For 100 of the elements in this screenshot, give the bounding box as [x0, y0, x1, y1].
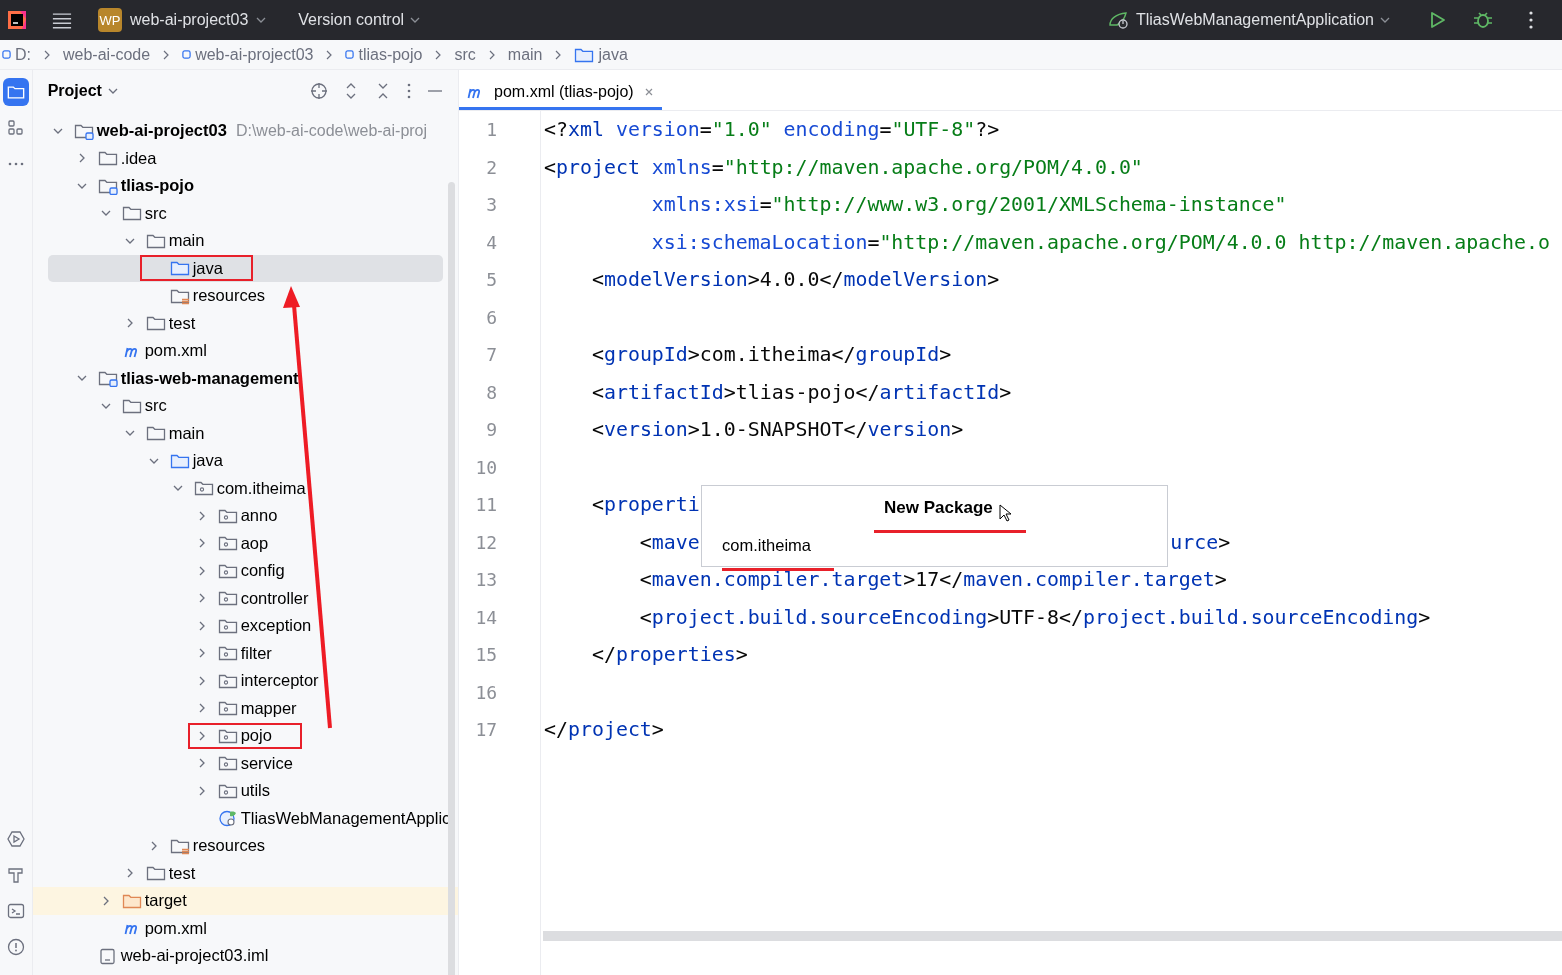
- tree-item[interactable]: interceptor: [32, 667, 459, 695]
- tree-item[interactable]: aop: [32, 529, 459, 557]
- tree-item[interactable]: web-ai-project03 D:\web-ai-code\web-ai-proj: [32, 117, 459, 145]
- folder-icon: [6, 83, 25, 101]
- tree-item[interactable]: filter: [32, 639, 459, 667]
- tree-item[interactable]: src: [32, 392, 459, 420]
- project-badge: WP: [98, 8, 122, 32]
- tree-item[interactable]: config: [32, 557, 459, 585]
- tree-label: main: [168, 231, 205, 251]
- tree-item[interactable]: java: [47, 254, 444, 282]
- code-line: <maven.compiler.target>17</maven.compiler.target>: [638, 568, 1227, 591]
- tree-item[interactable]: src: [32, 199, 459, 227]
- tree-label: pom.xml: [144, 918, 207, 938]
- tree-item[interactable]: utils: [32, 777, 459, 805]
- package-folder-icon: [217, 754, 238, 773]
- tree-item[interactable]: service: [32, 749, 459, 777]
- breadcrumb-item[interactable]: src: [454, 45, 476, 64]
- code-line: </properties>: [590, 643, 748, 666]
- line-number: 8: [485, 380, 499, 405]
- line-number: 2: [485, 155, 499, 180]
- tree-item[interactable]: TliasWebManagementApplic: [32, 804, 459, 832]
- run-configuration-selector[interactable]: TliasWebManagementApplication: [1107, 10, 1390, 30]
- line-number: 5: [485, 268, 499, 292]
- tree-label: .idea: [120, 148, 157, 168]
- project-path: D:\web-ai-code\web-ai-proj: [235, 121, 428, 140]
- line-number: 3: [485, 193, 499, 217]
- module-icon: [182, 50, 192, 59]
- code-line: <mave: [638, 530, 700, 554]
- tree-label: utils: [240, 781, 270, 801]
- debug-icon[interactable]: [1473, 10, 1493, 30]
- locate-icon[interactable]: [310, 82, 329, 100]
- app-logo-icon[interactable]: [6, 9, 28, 31]
- tree-item[interactable]: target: [32, 887, 459, 915]
- dialog-title: New Package: [884, 498, 993, 518]
- breadcrumb-item[interactable]: D:: [15, 45, 31, 64]
- folder-icon: [97, 149, 118, 168]
- tree-item[interactable]: main: [32, 419, 459, 447]
- line-number: 10: [474, 455, 499, 480]
- scrollbar[interactable]: [543, 931, 1562, 941]
- tree-item[interactable]: resources: [32, 832, 459, 860]
- folder-icon: [169, 259, 190, 278]
- close-icon[interactable]: [643, 87, 654, 97]
- breadcrumb-item[interactable]: web-ai-code: [63, 45, 151, 64]
- mouse-cursor-icon: [999, 504, 1012, 522]
- chevron-down-icon: [1380, 15, 1390, 25]
- tree-label: controller: [240, 588, 309, 608]
- breadcrumb-item[interactable]: tlias-pojo: [358, 45, 423, 64]
- tree-label: test: [168, 313, 196, 333]
- tree-item[interactable]: pom.xml: [32, 914, 459, 942]
- tree-item[interactable]: anno: [32, 502, 459, 530]
- scrollbar[interactable]: [448, 182, 456, 975]
- more-options-icon[interactable]: [1528, 10, 1534, 30]
- tree-item[interactable]: resources: [32, 282, 459, 310]
- tree-item[interactable]: .idea: [32, 144, 459, 172]
- version-control-menu[interactable]: Version control: [298, 11, 421, 29]
- tab-label: pom.xml (tlias-pojo): [494, 83, 634, 101]
- project-tool-button[interactable]: [2, 78, 29, 106]
- tree-item[interactable]: pom.xml: [32, 337, 459, 365]
- tree-item[interactable]: test: [32, 859, 459, 887]
- tree-label: pom.xml: [144, 341, 207, 361]
- line-number: 6: [485, 305, 499, 330]
- tree-item[interactable]: controller: [32, 584, 459, 612]
- tree-item[interactable]: tlias-pojo: [32, 172, 459, 200]
- leaf-power-icon: [1107, 10, 1130, 30]
- folder-icon: [145, 314, 166, 333]
- chevron-down-icon: [256, 15, 267, 25]
- tree-label: resources: [192, 836, 266, 856]
- tree-item[interactable]: java: [32, 447, 459, 475]
- package-folder-icon: [193, 479, 214, 498]
- tree-item[interactable]: pojo: [32, 722, 459, 750]
- code-fragment: urce>: [1170, 529, 1231, 556]
- package-folder-icon: [217, 699, 238, 718]
- project-view-selector[interactable]: Project: [47, 82, 118, 100]
- tree-item[interactable]: main: [32, 227, 459, 255]
- breadcrumb-item[interactable]: main: [507, 45, 543, 64]
- module-folder-icon: [97, 369, 118, 388]
- code-line: <?xml version="1.0" encoding="UTF-8"?>: [544, 118, 1000, 141]
- breadcrumb-item[interactable]: web-ai-project03: [195, 45, 314, 64]
- tree-item[interactable]: mapper: [32, 694, 459, 722]
- line-number: 7: [485, 343, 499, 367]
- code-line: xmlns:xsi="http://www.w3.org/2001/XMLSchema-instance": [650, 193, 1287, 216]
- tree-label: target: [144, 891, 187, 911]
- breadcrumb-item[interactable]: java: [598, 45, 628, 64]
- menu-icon[interactable]: [52, 11, 72, 29]
- tree-label: tlias-pojo: [120, 176, 194, 196]
- tree-item[interactable]: com.itheima: [32, 474, 459, 502]
- project-selector[interactable]: WP web-ai-project03: [98, 8, 267, 32]
- hammer-icon: [6, 866, 25, 884]
- tree-label: src: [144, 396, 167, 416]
- tree-label: filter: [240, 643, 272, 663]
- tree-item[interactable]: tlias-web-management: [32, 364, 459, 392]
- tree-label: TliasWebManagementApplic: [240, 808, 451, 828]
- tree-item[interactable]: test: [32, 309, 459, 337]
- folder-icon: [145, 424, 166, 443]
- tree-item[interactable]: web-ai-project03.iml: [32, 942, 459, 970]
- tree-label: src: [144, 203, 167, 223]
- editor-tab[interactable]: pom.xml (tlias-pojo): [459, 83, 662, 110]
- tree-item[interactable]: exception: [32, 612, 459, 640]
- package-name-field[interactable]: com.itheima: [722, 536, 833, 555]
- code-line: <version>1.0-SNAPSHOT</version>: [590, 418, 964, 441]
